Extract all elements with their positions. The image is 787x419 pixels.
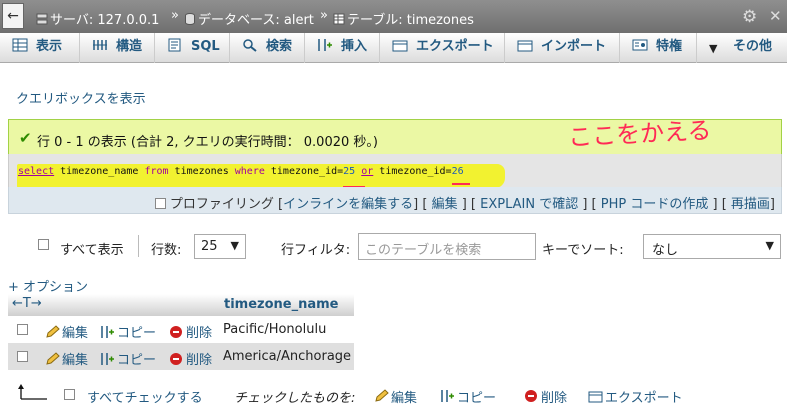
sql-actions: プロファイリング [インラインを編集する] [ 編集 ] [ EXPLAIN で… [154,193,775,212]
check-all-label[interactable]: すべてチェックする [87,387,203,406]
results-table: ←T→ timezone_name 編集 コピー 削除 Pacific/Hono… [8,294,354,370]
breadcrumb-separator: » [171,8,179,23]
row-delete-link[interactable]: 削除 [169,349,212,368]
inline-edit-link[interactable]: インラインを編集する [283,197,413,212]
chevron-down-icon: ▼ [709,42,718,55]
export-icon [588,391,603,403]
close-icon[interactable]: ✕ [769,7,782,25]
tab-browse[interactable]: 表示 [0,33,80,63]
export-icon [392,40,408,52]
tab-bar: 表示 構造 SQL 検索 挿入 エクスポート インポート 特権 ▼ その他 [0,33,787,63]
row-edit-link[interactable]: 編集 [45,349,88,368]
column-header-timezone-name[interactable]: timezone_name [224,297,339,312]
divider [138,235,139,257]
row-checkbox[interactable] [17,351,28,362]
rows-select[interactable]: 25 ▼ [194,234,246,259]
row-delete-link[interactable]: 削除 [169,322,212,341]
navigation-row: すべて表示 行数: 25 ▼ 行フィルタ: このテーブルを検索 キーでソート: な… [0,231,787,261]
bulk-edit-button[interactable]: 編集 [374,387,417,406]
bulk-actions-bar: すべてチェックする チェックしたものを: 編集 コピー 削除 エクスポート [0,380,787,410]
tab-export[interactable]: エクスポート [380,33,505,63]
sql-icon [168,38,181,52]
row-checkbox[interactable] [17,324,28,335]
tab-privileges[interactable]: 特権 [620,33,697,63]
profiling-label: プロファイリング [169,197,274,212]
row-copy-link[interactable]: コピー [100,322,156,341]
row-filter-input[interactable]: このテーブルを検索 [358,233,536,260]
rows-label: 行数: [151,243,182,258]
breadcrumb-table[interactable]: テーブル: timezones [333,9,474,28]
copy-icon [101,353,114,365]
show-all-label: すべて表示 [60,243,124,258]
insert-icon [318,39,332,51]
chevron-down-icon: ▼ [230,239,239,252]
cell-timezone-name[interactable]: America/Anchorage [223,349,351,364]
tab-insert[interactable]: 挿入 [305,33,380,63]
arrow-up-left-icon [18,384,47,400]
annotation-mark [452,183,470,185]
check-all-checkbox[interactable] [64,389,75,400]
profiling-checkbox[interactable] [154,198,166,209]
edit-query-link[interactable]: 編集 [432,197,458,212]
sql-actions-bar: プロファイリング [インラインを編集する] [ 編集 ] [ EXPLAIN で… [8,187,782,214]
row-copy-link[interactable]: コピー [100,349,156,368]
bulk-delete-button[interactable]: 削除 [524,387,567,406]
refresh-link[interactable]: 再描画 [731,197,770,212]
table-row: 編集 コピー 削除 Pacific/Honolulu [8,316,354,343]
tab-import[interactable]: インポート [505,33,620,63]
privileges-icon [632,39,648,51]
breadcrumb-bar: ← サーバ: 127.0.0.1 » データベース: alert » テーブル:… [0,0,787,33]
search-icon [243,39,257,52]
chevron-down-icon: ▼ [765,239,774,252]
handwritten-annotation: ここをかえる [567,116,713,152]
pencil-icon [46,352,60,365]
structure-icon [93,40,107,50]
bulk-export-button[interactable]: エクスポート [588,387,683,406]
show-all-checkbox[interactable] [38,239,49,250]
sort-by-key-select[interactable]: なし ▼ [643,234,781,259]
breadcrumb-database[interactable]: データベース: alert [184,9,314,28]
pencil-icon [46,325,60,338]
server-icon [36,13,48,25]
bulk-copy-button[interactable]: コピー [440,387,496,406]
explain-link[interactable]: EXPLAIN で確認 [480,197,578,212]
sort-label: キーでソート: [542,243,624,258]
tab-search[interactable]: 検索 [230,33,305,63]
tab-sql[interactable]: SQL [155,33,230,63]
check-icon: ✔ [19,129,32,147]
cell-timezone-name[interactable]: Pacific/Honolulu [223,322,326,337]
copy-icon [441,390,454,402]
delete-icon [170,326,182,338]
with-selected-label: チェックしたものを: [234,391,356,406]
tab-more[interactable]: ▼ その他 [697,33,787,63]
php-code-link[interactable]: PHP コードの作成 [601,197,709,212]
row-count-message: 行 0 - 1 の表示 (合計 2, クエリの実行時間： 0.0020 秒。) [37,135,378,150]
column-resize-arrows[interactable]: ←T→ [12,296,42,311]
table-icon [333,13,345,25]
row-filter-label: 行フィルタ: [281,243,351,258]
sql-query-text[interactable]: select timezone_name from timezones wher… [18,166,464,177]
delete-icon [170,353,182,365]
tab-structure[interactable]: 構造 [80,33,155,63]
import-icon [517,40,533,52]
breadcrumb-server[interactable]: サーバ: 127.0.0.1 [36,9,159,28]
show-query-box-link[interactable]: クエリボックスを表示 [16,88,146,107]
options-link[interactable]: + オプション [8,276,88,295]
back-button[interactable]: ← [2,3,24,29]
pencil-icon [375,389,389,402]
gear-icon[interactable]: ⚙ [742,7,757,27]
breadcrumb-separator: » [320,8,328,23]
table-row: 編集 コピー 削除 America/Anchorage [8,343,354,370]
browse-icon [12,38,28,52]
copy-icon [101,326,114,338]
row-edit-link[interactable]: 編集 [45,322,88,341]
table-header: ←T→ timezone_name [8,294,354,316]
database-icon [185,13,195,25]
delete-icon [525,390,537,402]
